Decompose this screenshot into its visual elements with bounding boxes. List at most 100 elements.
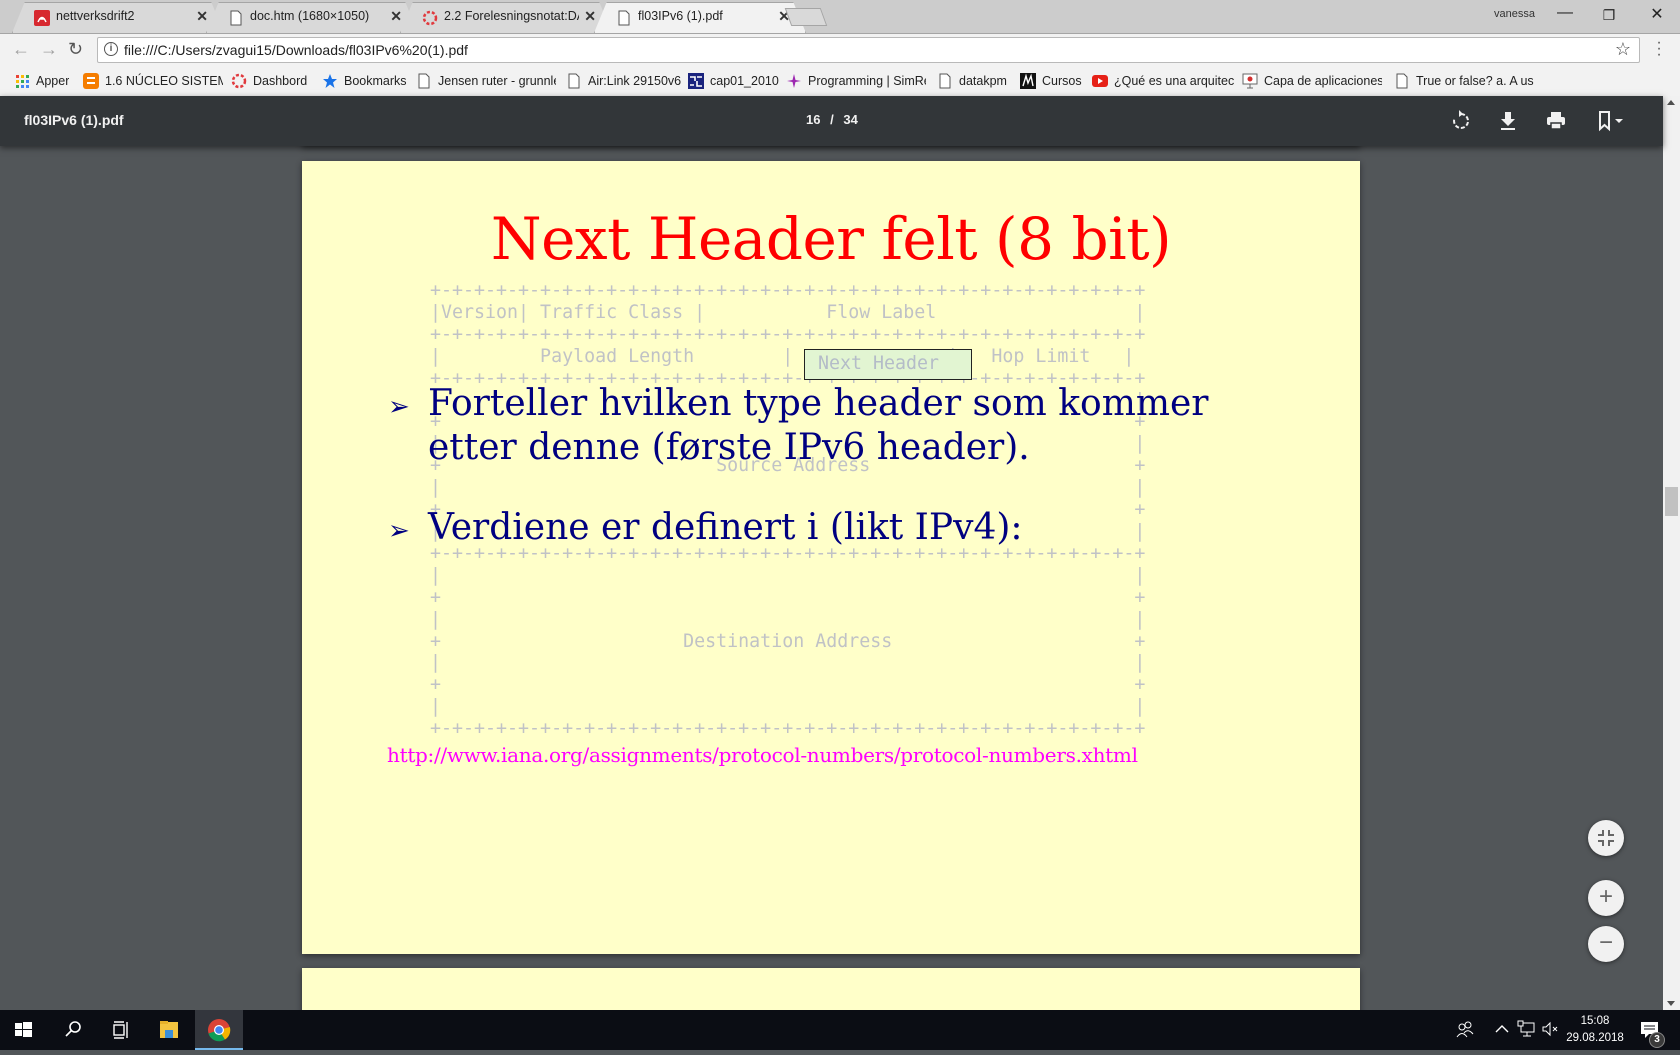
slide-title: Next Header felt (8 bit) <box>490 205 1172 273</box>
pdf-viewer[interactable]: Next Header felt (8 bit) +-+-+-+-+-+-+-+… <box>0 146 1663 1010</box>
page-icon <box>566 73 582 89</box>
bullet-item: ➢ Verdiene er definert i (likt IPv4): <box>388 506 1254 550</box>
minimize-button[interactable]: — <box>1550 4 1580 22</box>
chrome-menu-button[interactable]: · · · <box>1654 35 1664 63</box>
bookmark-icon[interactable] <box>1593 108 1633 134</box>
bookmark-programming-simre[interactable]: Programming | SimRe <box>786 72 926 90</box>
start-button[interactable] <box>0 1010 48 1050</box>
bookmark-capa-de-aplicaciones[interactable]: Capa de aplicaciones <box>1242 72 1382 90</box>
bookmark-nucleo-sistema[interactable]: 1.6 NÚCLEO SISTEMA <box>83 72 223 90</box>
diagram-line: +-+-+-+-+-+-+-+-+-+-+-+-+-+-+-+-+-+-+-+-… <box>430 280 1146 301</box>
tab-doc-htm[interactable]: doc.htm (1680×1050) ✕ <box>206 2 418 33</box>
notification-count-badge: 3 <box>1649 1032 1665 1048</box>
pdf-page: Next Header felt (8 bit) +-+-+-+-+-+-+-+… <box>302 161 1360 954</box>
bookmark-label: Jensen ruter - grunnle <box>438 74 556 88</box>
iana-protocol-numbers-link[interactable]: http://www.iana.org/assignments/protocol… <box>387 743 1138 767</box>
bookmark-label: Air:Link 29150v6 <box>588 74 682 88</box>
search-button[interactable] <box>48 1010 96 1050</box>
bullet-text: Verdiene er definert i (likt IPv4): <box>428 507 1023 548</box>
volume-muted-icon[interactable] <box>1540 1020 1560 1041</box>
close-window-button[interactable]: ✕ <box>1642 4 1672 24</box>
download-icon[interactable] <box>1495 108 1521 134</box>
address-bar[interactable]: i ☆ <box>97 37 1640 63</box>
pdf-file-name: fl03IPv6 (1).pdf <box>24 112 124 128</box>
file-explorer-button[interactable] <box>145 1010 193 1050</box>
bookmark-dashbord[interactable]: Dashbord <box>231 72 307 90</box>
rotate-icon[interactable] <box>1448 108 1474 134</box>
url-input[interactable] <box>124 40 1574 60</box>
forward-button[interactable]: → <box>40 39 58 60</box>
tab-title: 2.2 Forelesningsnotat:DAT <box>444 9 579 23</box>
diagram-line: | | <box>430 564 1146 586</box>
reload-button[interactable]: ↻ <box>68 39 83 60</box>
new-tab-button[interactable] <box>784 8 828 26</box>
bookmark-cursos[interactable]: Cursos <box>1020 72 1082 90</box>
navigation-bar: ← → ↻ i ☆ ··· <box>0 33 1680 66</box>
bookmark-jensen-ruter[interactable]: Jensen ruter - grunnle <box>416 72 556 90</box>
info-icon[interactable]: i <box>104 42 118 56</box>
bookmark-true-or-false[interactable]: True or false? a. A use <box>1394 72 1534 90</box>
logo-icon <box>1020 73 1036 89</box>
zoom-in-button[interactable]: + <box>1588 880 1624 916</box>
bookmark-label: Programming | SimRe <box>808 74 926 88</box>
task-view-button[interactable] <box>96 1010 144 1050</box>
chrome-taskbar-button[interactable] <box>195 1010 243 1050</box>
presentation-icon <box>1242 73 1258 89</box>
youtube-icon <box>1092 73 1108 89</box>
page-icon <box>1394 73 1410 89</box>
sparkle-icon <box>786 73 802 89</box>
bullet-arrow-icon: ➢ <box>388 516 410 546</box>
apps-grid-icon <box>14 73 30 89</box>
blogger-icon <box>83 73 99 89</box>
task-view-icon <box>113 1021 128 1039</box>
bookmark-label: ¿Qué es una arquitec <box>1114 74 1235 88</box>
bookmark-label: Cursos <box>1042 74 1082 88</box>
tab-forelesningsnotat[interactable]: 2.2 Forelesningsnotat:DAT ✕ <box>400 2 612 33</box>
bookmark-label: Bookmarks <box>344 74 407 88</box>
tab-nettverksdrift2[interactable]: nettverksdrift2 ✕ <box>12 2 224 33</box>
bookmarks-bar: Apper 1.6 NÚCLEO SISTEMA Dashbord Bookma… <box>0 66 1680 96</box>
bookmark-star-icon[interactable]: ☆ <box>1615 39 1631 60</box>
vertical-scrollbar[interactable] <box>1663 96 1680 1010</box>
bookmark-label: Dashbord <box>253 74 308 88</box>
chevron-up-icon[interactable] <box>1494 1020 1510 1041</box>
next-header-field-label: Next Header <box>818 353 940 374</box>
network-icon[interactable] <box>1516 1020 1536 1041</box>
pdf-toolbar: fl03IPv6 (1).pdf 16 / 34 <box>0 96 1663 146</box>
tab-title: doc.htm (1680×1050) <box>250 9 370 23</box>
bookmark-apper[interactable]: Apper <box>14 72 69 90</box>
bookmark-label: cap01_2010 <box>710 74 779 88</box>
scroll-down-arrow-icon[interactable] <box>1667 1001 1675 1006</box>
page-icon <box>937 73 953 89</box>
bookmark-label: Apper <box>36 74 70 88</box>
bookmark-label: datakpm <box>959 74 1007 88</box>
tab-title: fl03IPv6 (1).pdf <box>638 9 723 23</box>
scrollbar-thumb[interactable] <box>1665 487 1678 517</box>
people-icon[interactable] <box>1456 1020 1474 1041</box>
page-separator: / <box>830 112 834 127</box>
diagram-line: +-+-+-+-+-+-+-+-+-+-+-+-+-+-+-+-+-+-+-+-… <box>430 323 1146 345</box>
bookmark-airlink[interactable]: Air:Link 29150v6 <box>566 72 681 90</box>
bookmark-label: 1.6 NÚCLEO SISTEMA <box>105 74 223 88</box>
diagram-line: | | <box>430 696 1146 718</box>
scroll-up-arrow-icon[interactable] <box>1667 100 1675 105</box>
bookmark-bookmarks[interactable]: Bookmarks <box>322 72 407 90</box>
windows-taskbar: 15:08 29.08.2018 3 <box>0 1010 1680 1050</box>
diagram-line: + + <box>430 674 1146 696</box>
next-page <box>302 968 1360 1010</box>
bookmark-que-es-arquitectura[interactable]: ¿Qué es una arquitec <box>1092 72 1242 90</box>
system-clock[interactable]: 15:08 29.08.2018 <box>1560 1013 1630 1047</box>
fit-to-page-button[interactable] <box>1588 820 1624 856</box>
restore-button[interactable]: ❐ <box>1594 7 1624 24</box>
diagram-line: + Destination Address + <box>430 630 1146 652</box>
diagram-line: |Version| Traffic Class | Flow Label | <box>430 301 1146 323</box>
bookmark-cap01[interactable]: cap01_2010 <box>688 72 779 90</box>
profile-name[interactable]: vanessa <box>1494 8 1535 20</box>
zoom-out-button[interactable]: − <box>1588 926 1624 962</box>
print-icon[interactable] <box>1543 108 1569 134</box>
bookmark-datakpm[interactable]: datakpm <box>937 72 1007 90</box>
current-page[interactable]: 16 <box>806 112 820 127</box>
back-button[interactable]: ← <box>12 39 30 60</box>
tab-fl03ipv6-pdf[interactable]: fl03IPv6 (1).pdf ✕ <box>594 2 806 33</box>
page-icon <box>616 10 632 26</box>
